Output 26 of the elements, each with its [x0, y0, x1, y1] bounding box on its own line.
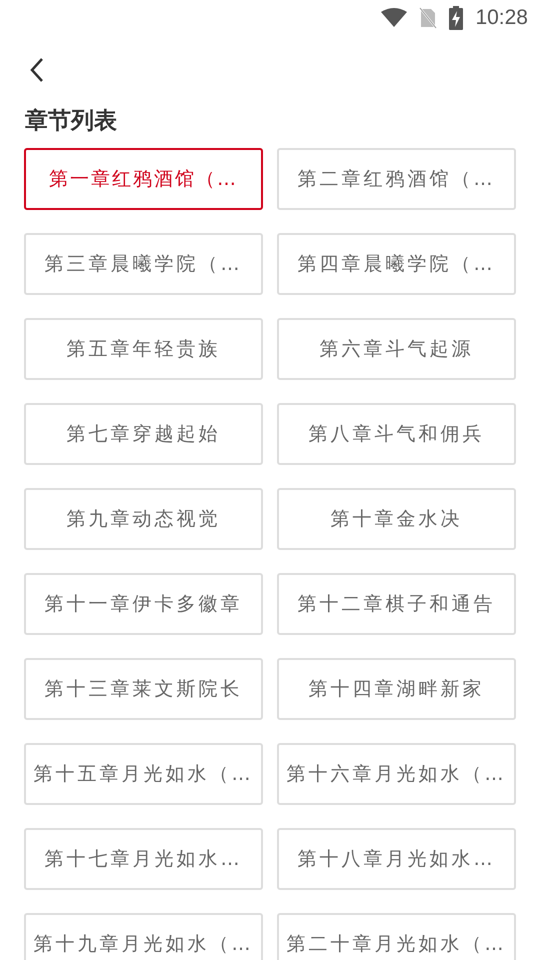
- status-time: 10:28: [475, 6, 528, 30]
- chapter-button[interactable]: 第十二章棋子和通告: [277, 573, 516, 635]
- chapter-button[interactable]: 第十三章莱文斯院长: [24, 658, 263, 720]
- wifi-icon: [381, 8, 408, 28]
- chapter-button[interactable]: 第十九章月光如水（…: [24, 913, 263, 960]
- chapter-button[interactable]: 第十八章月光如水…: [277, 828, 516, 890]
- chapter-button[interactable]: 第十一章伊卡多徽章: [24, 573, 263, 635]
- chapter-button[interactable]: 第六章斗气起源: [277, 318, 516, 380]
- chapter-button[interactable]: 第三章晨曦学院（…: [24, 233, 263, 295]
- battery-charging-icon: [449, 6, 464, 30]
- chapter-button[interactable]: 第五章年轻贵族: [24, 318, 263, 380]
- chapter-button[interactable]: 第十七章月光如水…: [24, 828, 263, 890]
- back-icon[interactable]: [29, 57, 45, 83]
- page-title: 章节列表: [24, 107, 118, 136]
- chapter-button[interactable]: 第九章动态视觉: [24, 488, 263, 550]
- chapter-button[interactable]: 第四章晨曦学院（…: [277, 233, 516, 295]
- chapter-button[interactable]: 第十五章月光如水（…: [24, 743, 263, 805]
- chapter-button[interactable]: 第二章红鸦酒馆（…: [277, 148, 516, 210]
- chapter-button[interactable]: 第十章金水决: [277, 488, 516, 550]
- chapter-button[interactable]: 第十六章月光如水（…: [277, 743, 516, 805]
- chapter-button[interactable]: 第七章穿越起始: [24, 403, 263, 465]
- no-sim-icon: [419, 7, 438, 29]
- chapter-button[interactable]: 第八章斗气和佣兵: [277, 403, 516, 465]
- chapter-button[interactable]: 第一章红鸦酒馆（…: [24, 148, 263, 210]
- chapter-button[interactable]: 第十四章湖畔新家: [277, 658, 516, 720]
- chapter-button[interactable]: 第二十章月光如水（…: [277, 913, 516, 960]
